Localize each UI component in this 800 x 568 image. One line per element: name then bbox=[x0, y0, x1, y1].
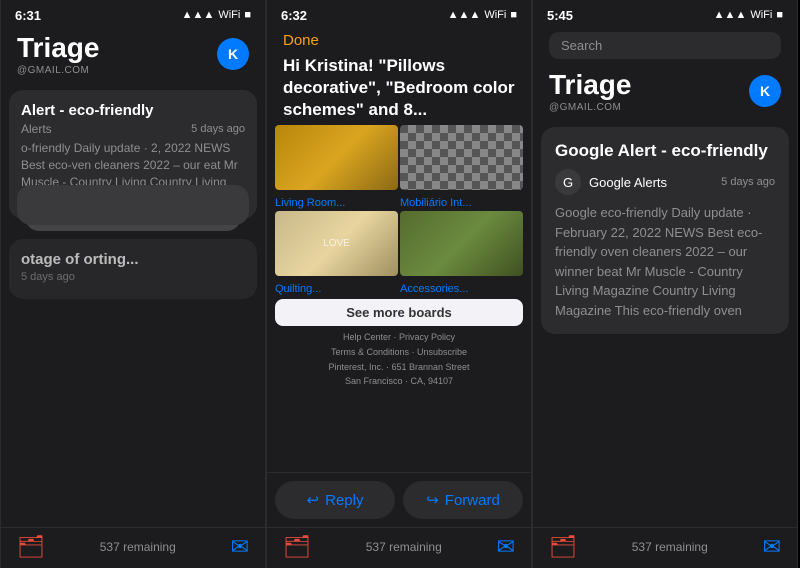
email-subject-2: otage of orting... bbox=[21, 251, 245, 268]
archive-icon-2[interactable]: 🗂 bbox=[283, 534, 311, 560]
signal-icon-2: ▲▲▲ bbox=[448, 9, 481, 21]
battery-icon-2: ■ bbox=[510, 9, 517, 21]
phone-1: 6:31 ▲▲▲ WiFi ■ Triage @GMAIL.COM K Aler… bbox=[0, 0, 266, 568]
email-sender-1: Alerts bbox=[21, 122, 52, 136]
email-card-2[interactable]: otage of orting... 5 days ago bbox=[9, 239, 257, 299]
signal-icon-3: ▲▲▲ bbox=[714, 9, 747, 21]
wifi-icon: WiFi bbox=[218, 9, 240, 21]
forward-icon: ↪ bbox=[426, 491, 439, 509]
image-basket bbox=[400, 211, 523, 276]
battery-icon: ■ bbox=[244, 9, 251, 21]
sender-date-3: 5 days ago bbox=[721, 176, 775, 188]
reply-label: Reply bbox=[325, 492, 363, 509]
status-bar-2: 6:32 ▲▲▲ WiFi ■ bbox=[267, 0, 531, 28]
app-header-1: Triage @GMAIL.COM K bbox=[1, 28, 265, 82]
gmail-label-3: @GMAIL.COM bbox=[549, 102, 631, 113]
inbox-icon-1[interactable]: ✉ bbox=[231, 534, 249, 560]
image-pillows: LOVE bbox=[275, 211, 398, 276]
remaining-1: 537 remaining bbox=[100, 540, 176, 554]
detail-card-3[interactable]: Google Alert - eco-friendly G Google Ale… bbox=[541, 127, 789, 334]
forward-button[interactable]: ↪ Forward bbox=[403, 481, 523, 519]
detail-card-subject-3: Google Alert - eco-friendly bbox=[555, 141, 775, 161]
board-label-2[interactable]: Mobiliário Int... bbox=[400, 197, 523, 209]
archive-icon-3[interactable]: 🗂 bbox=[549, 534, 577, 560]
sender-name-3: Google Alerts bbox=[589, 175, 713, 190]
detail-header-2: Done Hi Kristina! "Pillows decorative", … bbox=[267, 28, 531, 125]
time-2: 6:32 bbox=[281, 8, 307, 23]
signal-icon: ▲▲▲ bbox=[182, 9, 215, 21]
status-bar-3: 5:45 ▲▲▲ WiFi ■ bbox=[533, 0, 797, 28]
forward-label: Forward bbox=[445, 492, 500, 509]
search-input-3[interactable]: Search bbox=[549, 32, 781, 59]
tab-bar-1: 🗂 537 remaining ✉ bbox=[1, 527, 265, 568]
email-stack-1: Alert - eco-friendly Alerts 5 days ago o… bbox=[9, 90, 257, 219]
app-title-3: Triage bbox=[549, 69, 631, 101]
reply-button[interactable]: ↩ Reply bbox=[275, 481, 395, 519]
email-list-1: Alert - eco-friendly Alerts 5 days ago o… bbox=[1, 82, 265, 527]
board-label-4[interactable]: Accessories... bbox=[400, 283, 523, 295]
avatar-1[interactable]: K bbox=[217, 38, 249, 70]
status-icons-2: ▲▲▲ WiFi ■ bbox=[448, 9, 517, 21]
archive-icon-1[interactable]: 🗂 bbox=[17, 534, 45, 560]
phone-3: 5:45 ▲▲▲ WiFi ■ Search Triage @GMAIL.COM… bbox=[532, 0, 798, 568]
wifi-icon-3: WiFi bbox=[750, 9, 772, 21]
avatar-3[interactable]: K bbox=[749, 75, 781, 107]
email-sender-row-1: Alerts 5 days ago bbox=[21, 122, 245, 136]
tab-bar-2: 🗂 537 remaining ✉ bbox=[267, 527, 531, 568]
remaining-2: 537 remaining bbox=[366, 540, 442, 554]
battery-icon-3: ■ bbox=[776, 9, 783, 21]
email-date-1: 5 days ago bbox=[191, 123, 245, 135]
remaining-3: 537 remaining bbox=[632, 540, 708, 554]
status-icons-1: ▲▲▲ WiFi ■ bbox=[182, 9, 251, 21]
see-more-boards[interactable]: See more boards bbox=[275, 299, 523, 326]
board-label-3[interactable]: Quilting... bbox=[275, 283, 398, 295]
tab-bar-3: 🗂 537 remaining ✉ bbox=[533, 527, 797, 568]
image-gold bbox=[275, 125, 398, 190]
sender-avatar-3: G bbox=[555, 169, 581, 195]
time-1: 6:31 bbox=[15, 8, 41, 23]
search-bar-3: Search bbox=[533, 28, 797, 65]
bottom-bar-2: ↩ Reply ↪ Forward bbox=[267, 472, 531, 527]
detail-content-2: Living Room... Mobiliário Int... LOVE Qu… bbox=[267, 125, 531, 472]
gmail-label-1: @GMAIL.COM bbox=[17, 65, 99, 76]
done-button[interactable]: Done bbox=[283, 28, 515, 53]
image-grid-top bbox=[275, 125, 523, 190]
app-title-1: Triage bbox=[17, 32, 99, 64]
email-subject-1: Alert - eco-friendly bbox=[21, 102, 245, 119]
card-back-1 bbox=[17, 185, 249, 225]
board-label-1[interactable]: Living Room... bbox=[275, 197, 398, 209]
app-header-3: Triage @GMAIL.COM K bbox=[533, 65, 797, 119]
inbox-icon-2[interactable]: ✉ bbox=[497, 534, 515, 560]
email-date-2: 5 days ago bbox=[21, 271, 75, 283]
inbox-icon-3[interactable]: ✉ bbox=[763, 534, 781, 560]
detail-body-3: Google eco-friendly Daily update · Febru… bbox=[555, 203, 775, 320]
image-checkered bbox=[400, 125, 523, 190]
phone-2: 6:32 ▲▲▲ WiFi ■ Done Hi Kristina! "Pillo… bbox=[266, 0, 532, 568]
footer-links: Help Center · Privacy Policy Terms & Con… bbox=[275, 330, 523, 359]
email-sender-row-2: 5 days ago bbox=[21, 271, 245, 283]
time-3: 5:45 bbox=[547, 8, 573, 23]
wifi-icon-2: WiFi bbox=[484, 9, 506, 21]
detail-subject-2: Hi Kristina! "Pillows decorative", "Bedr… bbox=[283, 55, 515, 121]
reply-icon: ↩ bbox=[307, 491, 320, 509]
status-icons-3: ▲▲▲ WiFi ■ bbox=[714, 9, 783, 21]
image-grid-bottom: LOVE bbox=[275, 211, 523, 276]
sender-row-3: G Google Alerts 5 days ago bbox=[555, 169, 775, 195]
address-text: Pinterest, Inc. · 651 Brannan Street San… bbox=[275, 361, 523, 388]
status-bar-1: 6:31 ▲▲▲ WiFi ■ bbox=[1, 0, 265, 28]
